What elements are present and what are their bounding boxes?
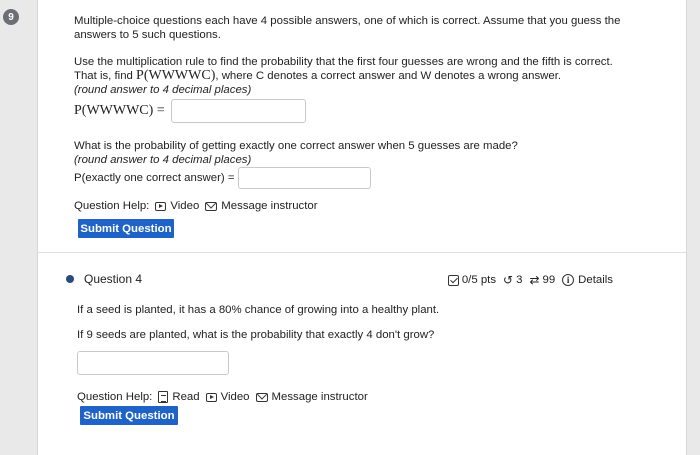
question-4-help: Question Help: Read Video Message instru… [77, 390, 439, 404]
part2-prompt: What is the probability of getting exact… [74, 140, 518, 152]
question-3-body: Multiple-choice questions each have 4 po… [74, 14, 634, 213]
info-icon: i [562, 274, 575, 286]
message-instructor-link[interactable]: Message instructor [205, 199, 318, 213]
part1-text-b: , where C denotes a correct answer and W… [215, 70, 562, 82]
question-4-text-1: If a seed is planted, it has a 80% chanc… [77, 304, 440, 316]
retries-count: 3 [516, 274, 523, 286]
attempts-cycle-icon: ⇄ [529, 273, 540, 287]
video-link[interactable]: Video [155, 199, 199, 213]
mail-icon [255, 392, 268, 402]
help-label: Question Help: [77, 391, 153, 403]
message-instructor-label: Message instructor [271, 391, 368, 403]
part2-answer-label: P(exactly one correct answer) = [74, 172, 235, 184]
part2-rounding-note: (round answer to 4 decimal places) [74, 154, 252, 166]
bullet-dot [66, 275, 74, 283]
points-text: 0/5 pts [461, 274, 497, 286]
part1-answer-input[interactable] [170, 99, 306, 123]
score-check-icon [447, 274, 459, 286]
part1-rounding-note: (round answer to 4 decimal places) [74, 84, 252, 96]
video-icon [205, 392, 217, 402]
part1-answer-label: P(WWWWC) = [74, 103, 165, 118]
details-link[interactable]: i Details [562, 274, 613, 286]
message-instructor-label: Message instructor [221, 200, 318, 212]
video-link-label: Video [170, 200, 200, 212]
question-intro: Multiple-choice questions each have 4 po… [74, 15, 621, 41]
question-4-answer-input[interactable] [77, 351, 229, 375]
video-link[interactable]: Video [205, 390, 250, 404]
submit-question-button[interactable]: Submit Question [78, 219, 174, 238]
mail-icon [205, 201, 218, 211]
retry-icon: ↺ [503, 273, 514, 287]
part2-answer-input[interactable] [238, 167, 372, 189]
part1-prompt: Use the multiplication rule to find the … [74, 55, 634, 83]
section-divider [38, 252, 686, 253]
part1-math: P(WWWWC) [136, 68, 216, 83]
read-link[interactable]: Read [158, 390, 200, 404]
question-card: Multiple-choice questions each have 4 po… [37, 0, 687, 455]
submit-question-4-button[interactable]: Submit Question [80, 406, 178, 425]
help-label: Question Help: [74, 200, 150, 212]
question-number-badge: 9 [3, 9, 19, 25]
details-label: Details [578, 274, 613, 286]
read-link-label: Read [172, 391, 200, 403]
question-4-header: Question 4 [66, 272, 142, 286]
retries-indicator: ↺ 3 [503, 273, 522, 287]
question-4-text-2: If 9 seeds are planted, what is the prob… [77, 329, 435, 341]
question-4-meta: 0/5 pts ↺ 3 ⇄ 99 i Details [441, 273, 613, 287]
video-link-label: Video [220, 391, 250, 403]
video-icon [155, 201, 167, 211]
points-indicator: 0/5 pts [447, 274, 497, 286]
message-instructor-link[interactable]: Message instructor [255, 390, 368, 404]
read-icon [158, 391, 169, 403]
question-3-help: Question Help: Video Message instructor [74, 199, 634, 213]
attempts-count: 99 [542, 274, 556, 286]
question-4-body: If a seed is planted, it has a 80% chanc… [77, 303, 439, 404]
question-4-title: Question 4 [84, 272, 143, 286]
attempts-indicator: ⇄ 99 [529, 273, 555, 287]
